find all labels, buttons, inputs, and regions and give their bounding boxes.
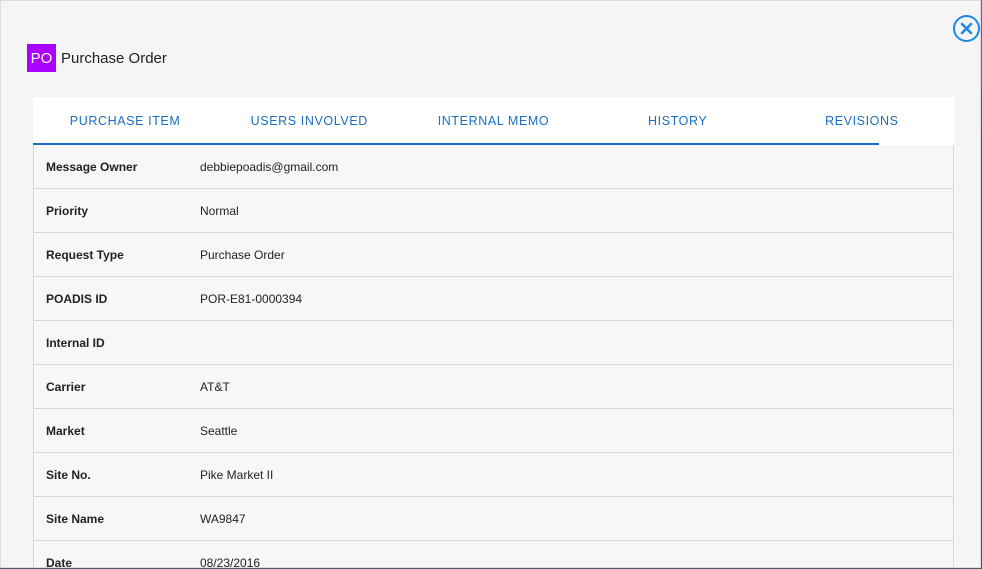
row-value: AT&T: [200, 379, 230, 394]
table-row: Request Type Purchase Order: [34, 232, 953, 276]
tab-revisions[interactable]: REVISIONS: [770, 97, 954, 145]
row-label: Message Owner: [46, 159, 138, 174]
table-row: Site Name WA9847: [34, 496, 953, 540]
row-label: Site No.: [46, 467, 91, 482]
row-label: Market: [46, 423, 85, 438]
tab-history[interactable]: HISTORY: [586, 97, 770, 145]
modal-header: PO Purchase Order: [27, 44, 167, 72]
row-value: WA9847: [200, 511, 246, 526]
close-icon: [960, 22, 973, 35]
table-row: POADIS ID POR-E81-0000394: [34, 276, 953, 320]
table-row: Internal ID: [34, 320, 953, 364]
row-label: Internal ID: [46, 335, 105, 350]
row-label: Date: [46, 555, 73, 568]
close-button[interactable]: [953, 15, 980, 42]
table-row: Market Seattle: [34, 408, 953, 452]
tab-bar: PURCHASE ITEM USERS INVOLVED INTERNAL ME…: [33, 97, 954, 145]
row-value: POR-E81-0000394: [200, 291, 303, 306]
tab-purchase-item[interactable]: PURCHASE ITEM: [33, 97, 217, 145]
details-table: Message Owner debbiepoadis@gmail.com Pri…: [33, 145, 954, 568]
row-label: Priority: [46, 203, 89, 218]
purchase-order-modal: PO Purchase Order PURCHASE ITEM USERS IN…: [0, 0, 981, 568]
table-row: Message Owner debbiepoadis@gmail.com: [34, 145, 953, 188]
table-row: Date 08/23/2016: [34, 540, 953, 568]
row-label: Carrier: [46, 379, 86, 394]
tab-internal-memo[interactable]: INTERNAL MEMO: [401, 97, 585, 145]
row-label: POADIS ID: [46, 291, 108, 306]
row-value: Pike Market II: [200, 467, 274, 482]
row-value: Normal: [200, 203, 239, 218]
details-panel: PURCHASE ITEM USERS INVOLVED INTERNAL ME…: [33, 97, 954, 568]
modal-title: Purchase Order: [61, 49, 167, 67]
table-row: Priority Normal: [34, 188, 953, 232]
tab-users-involved[interactable]: USERS INVOLVED: [217, 97, 401, 145]
row-value: Seattle: [200, 423, 238, 438]
row-value: 08/23/2016: [200, 555, 261, 568]
table-row: Carrier AT&T: [34, 364, 953, 408]
table-row: Site No. Pike Market II: [34, 452, 953, 496]
row-label: Site Name: [46, 511, 105, 526]
row-value: debbiepoadis@gmail.com: [200, 159, 339, 174]
row-label: Request Type: [46, 247, 124, 262]
row-value: Purchase Order: [200, 247, 285, 262]
po-badge: PO: [27, 44, 56, 72]
